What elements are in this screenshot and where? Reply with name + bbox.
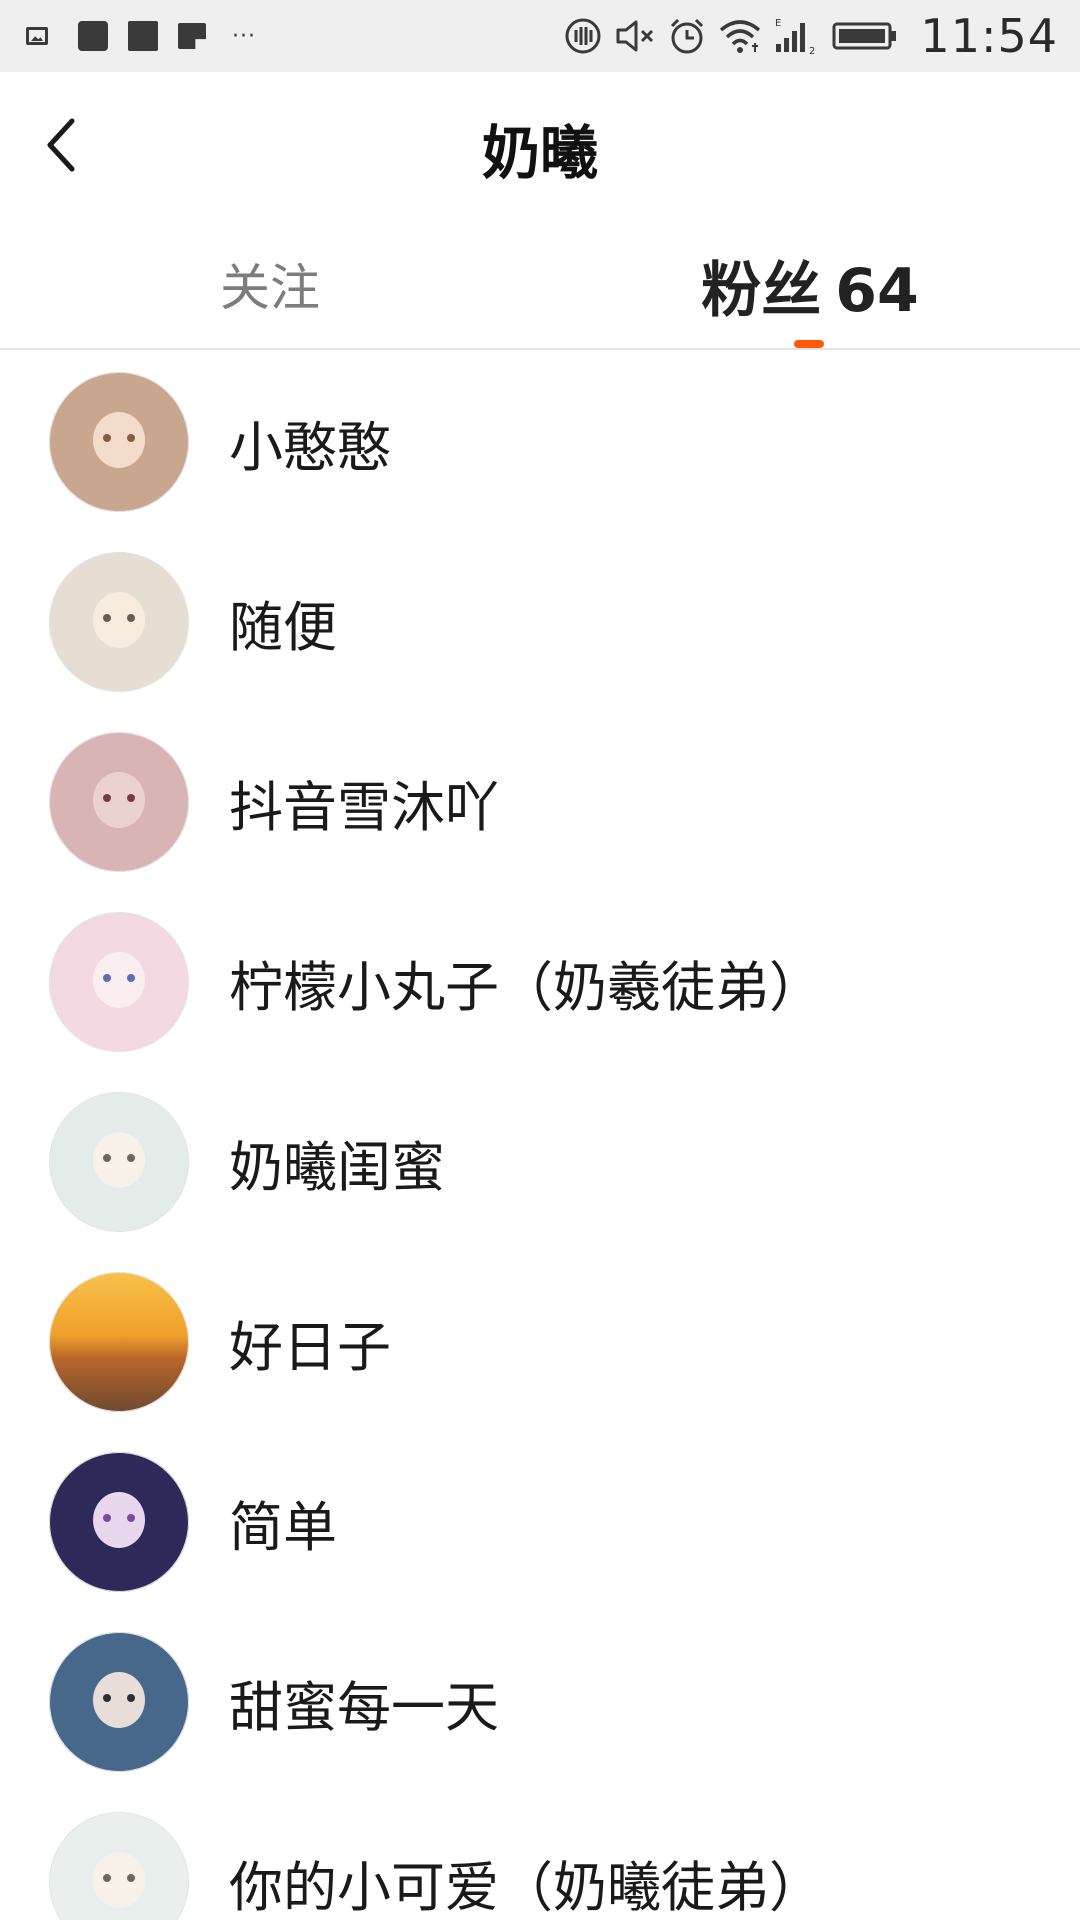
follower-row[interactable]: 抖音雪沐吖	[0, 712, 1080, 892]
follower-name[interactable]: 柠檬小丸子（奶羲徒弟）	[229, 943, 823, 1022]
avatar[interactable]	[49, 1452, 189, 1592]
avatar-eyes	[103, 1874, 135, 1882]
tab-bar: 关注 粉丝 64	[0, 222, 1080, 350]
follower-list: 小憨憨随便抖音雪沐吖柠檬小丸子（奶羲徒弟） 奶曦闺蜜好日子简单甜蜜每一天你的小可爱…	[0, 352, 1080, 1920]
app-icon	[78, 21, 108, 51]
follower-name[interactable]: 甜蜜每一天	[229, 1663, 499, 1742]
follower-name[interactable]: 简单	[229, 1483, 337, 1562]
clock: 11:54	[920, 9, 1058, 63]
follower-name[interactable]: 抖音雪沐吖	[229, 763, 499, 842]
follower-name[interactable]: 你的小可爱（奶曦徒弟）	[229, 1843, 823, 1920]
follower-row[interactable]: 你的小可爱（奶曦徒弟）	[0, 1792, 1080, 1920]
avatar[interactable]	[49, 1812, 189, 1920]
image-icon	[26, 27, 48, 45]
avatar-eyes	[103, 614, 135, 622]
avatar-eyes	[103, 794, 135, 802]
tab-label: 粉丝 64	[540, 242, 1080, 329]
tab-followers[interactable]: 粉丝 64	[540, 222, 1080, 348]
avatar-eyes	[103, 1694, 135, 1702]
avatar-eyes	[103, 1154, 135, 1162]
app-icon	[178, 23, 206, 49]
title-bar: 奶曦	[0, 72, 1080, 222]
avatar[interactable]	[49, 912, 189, 1052]
follower-row[interactable]: 柠檬小丸子（奶羲徒弟）	[0, 892, 1080, 1072]
avatar[interactable]	[49, 372, 189, 512]
follower-name[interactable]: 好日子	[229, 1303, 391, 1382]
avatar-eyes	[103, 974, 135, 982]
follower-name[interactable]: 奶曦闺蜜	[229, 1123, 445, 1202]
tab-label: 关注	[0, 248, 540, 320]
avatar[interactable]	[49, 552, 189, 692]
followers-count: 64	[835, 256, 919, 326]
avatar[interactable]	[49, 732, 189, 872]
overflow-dots: ···	[232, 23, 256, 49]
status-bar: ··· E 2 11:54	[0, 0, 1080, 72]
page-title: 奶曦	[481, 119, 598, 187]
tab-following-label: 关注	[220, 259, 320, 317]
svg-text:E: E	[775, 18, 781, 29]
follower-row[interactable]: 随便	[0, 532, 1080, 712]
tab-following[interactable]: 关注	[0, 222, 540, 348]
avatar-eyes	[103, 434, 135, 442]
follower-row[interactable]: 小憨憨	[0, 352, 1080, 532]
wifi-icon	[720, 20, 761, 53]
battery-icon	[832, 22, 897, 50]
avatar[interactable]	[49, 1092, 189, 1232]
follower-row[interactable]: 奶曦闺蜜	[0, 1072, 1080, 1252]
alarm-icon	[671, 18, 704, 54]
svg-text:2: 2	[809, 46, 815, 56]
app-icon	[128, 21, 158, 51]
avatar[interactable]	[49, 1272, 189, 1412]
follower-name[interactable]: 小憨憨	[229, 403, 391, 482]
nfc-icon	[565, 18, 601, 54]
signal-icon: E 2	[775, 18, 815, 56]
active-tab-indicator	[794, 340, 824, 348]
tab-followers-label: 粉丝	[701, 256, 822, 326]
status-bar-notifications: ···	[26, 18, 256, 54]
follower-row[interactable]: 好日子	[0, 1252, 1080, 1432]
mute-icon	[616, 20, 654, 52]
avatar-eyes	[103, 1514, 135, 1522]
avatar[interactable]	[49, 1632, 189, 1772]
follower-row[interactable]: 甜蜜每一天	[0, 1612, 1080, 1792]
status-bar-system: E 2 11:54	[564, 9, 1058, 63]
follower-name[interactable]: 随便	[229, 583, 337, 662]
follower-row[interactable]: 简单	[0, 1432, 1080, 1612]
